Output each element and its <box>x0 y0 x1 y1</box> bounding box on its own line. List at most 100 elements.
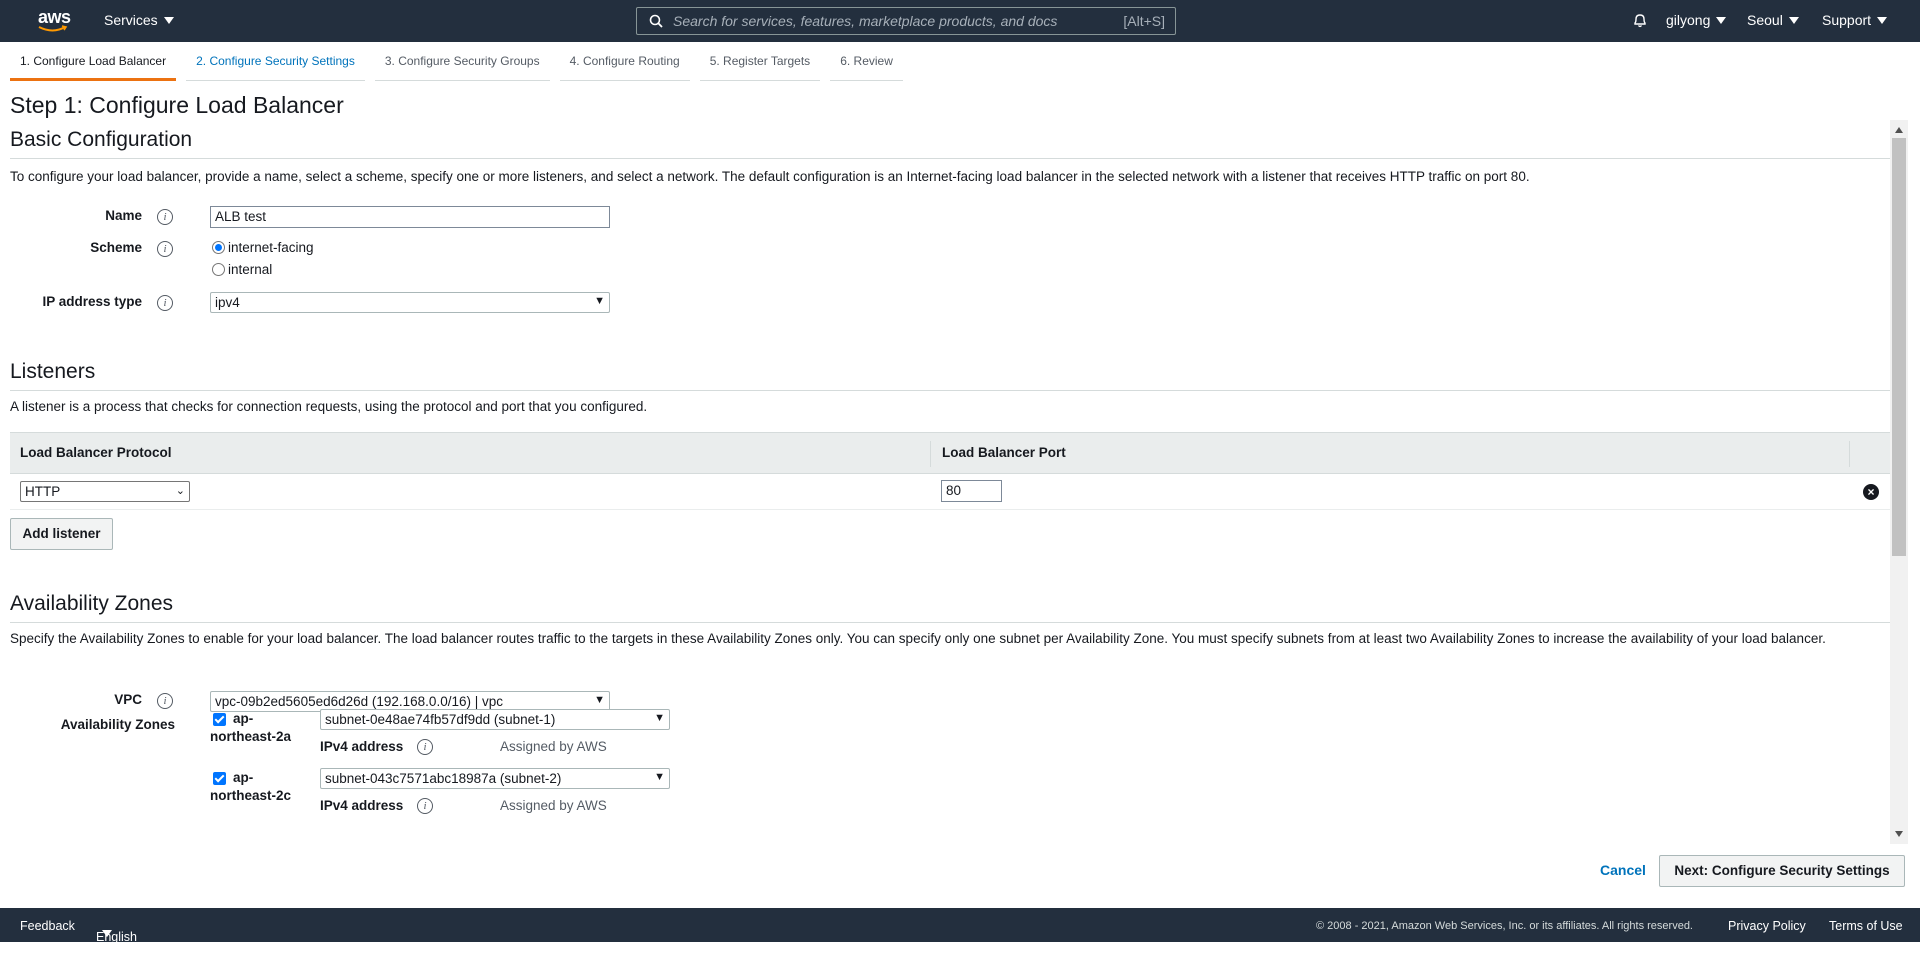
tab-configure-load-balancer[interactable]: 1. Configure Load Balancer <box>10 50 177 81</box>
tab-configure-routing[interactable]: 4. Configure Routing <box>559 50 690 81</box>
info-icon[interactable]: i <box>157 241 173 257</box>
add-listener-button[interactable]: Add listener <box>10 518 113 550</box>
scroll-up-icon[interactable] <box>1895 127 1903 133</box>
region-menu[interactable]: Seoul <box>1747 12 1799 28</box>
bell-icon <box>1634 14 1646 28</box>
divider <box>10 158 1890 159</box>
protocol-value: HTTP <box>25 484 61 499</box>
privacy-policy-link[interactable]: Privacy Policy <box>1728 919 1806 933</box>
terms-of-use-link[interactable]: Terms of Use <box>1829 919 1903 933</box>
availability-zones-label: Availability Zones <box>60 717 175 732</box>
caret-down-icon <box>1716 16 1727 24</box>
col-protocol: Load Balancer Protocol <box>20 445 172 460</box>
info-icon[interactable]: i <box>157 693 173 709</box>
scheme-internal-radio[interactable]: internal <box>212 262 272 277</box>
ipv4-label: IPv4 address <box>320 739 404 754</box>
scheme-label: Scheme <box>90 240 142 255</box>
caret-down-icon <box>102 930 112 937</box>
radio-label: internet-facing <box>228 240 314 255</box>
scrollbar-thumb[interactable] <box>1892 138 1906 556</box>
listeners-description: A listener is a process that checks for … <box>10 399 648 414</box>
vpc-value: vpc-09b2ed5605ed6d26d (192.168.0.0/16) |… <box>215 694 503 709</box>
services-label: Services <box>104 12 158 28</box>
tab-register-targets[interactable]: 5. Register Targets <box>699 50 821 81</box>
caret-down-icon <box>1788 16 1799 24</box>
info-icon[interactable]: i <box>417 798 433 814</box>
page-title: Step 1: Configure Load Balancer <box>10 92 344 118</box>
scheme-internet-facing-radio[interactable]: internet-facing <box>212 240 314 255</box>
table-row: HTTP ⌄ 80 × <box>10 474 1890 510</box>
aws-smile-icon <box>38 25 68 32</box>
updown-arrow-icon: ▼ <box>654 712 665 724</box>
column-separator <box>1849 441 1850 467</box>
scrollbar[interactable] <box>1890 120 1908 844</box>
zone-checkbox[interactable] <box>213 772 226 785</box>
subnet-select[interactable]: subnet-043c7571abc18987a (subnet-2) ▼ <box>320 768 670 789</box>
info-icon[interactable]: i <box>157 209 173 225</box>
remove-listener-icon[interactable]: × <box>1863 484 1879 500</box>
tab-configure-security-settings[interactable]: 2. Configure Security Settings <box>186 50 365 81</box>
support-menu[interactable]: Support <box>1822 12 1888 28</box>
ipv4-value: Assigned by AWS <box>500 739 607 754</box>
wizard-steps: 1. Configure Load Balancer 2. Configure … <box>10 50 913 81</box>
caret-down-icon <box>1877 16 1888 24</box>
aws-logo[interactable]: aws <box>36 7 71 33</box>
footer: Feedback English (US) © 2008 - 2021, Ama… <box>0 908 1920 958</box>
next-button[interactable]: Next: Configure Security Settings <box>1659 855 1905 887</box>
info-icon[interactable]: i <box>417 739 433 755</box>
radio-indicator <box>212 241 225 254</box>
services-menu[interactable]: Services <box>104 12 174 28</box>
radio-indicator <box>212 263 225 276</box>
basic-config-heading: Basic Configuration <box>10 128 193 151</box>
tab-configure-security-groups[interactable]: 3. Configure Security Groups <box>374 50 550 81</box>
divider <box>10 390 1890 391</box>
ip-type-label: IP address type <box>42 294 142 309</box>
vpc-label: VPC <box>114 692 142 707</box>
updown-arrow-icon: ▼ <box>594 295 605 307</box>
top-navigation: aws Services Search for services, featur… <box>0 0 1920 42</box>
info-icon[interactable]: i <box>157 295 173 311</box>
chevron-down-icon: ⌄ <box>175 485 185 497</box>
global-search[interactable]: Search for services, features, marketpla… <box>636 7 1176 35</box>
ipv4-label: IPv4 address <box>320 798 404 813</box>
search-shortcut: [Alt+S] <box>1123 13 1165 29</box>
user-name: gilyong <box>1666 12 1711 28</box>
updown-arrow-icon: ▼ <box>594 694 605 706</box>
protocol-select[interactable]: HTTP ⌄ <box>20 481 190 502</box>
listeners-table-header: Load Balancer Protocol Load Balancer Por… <box>10 432 1890 474</box>
search-input[interactable]: Search for services, features, marketpla… <box>673 13 1123 29</box>
search-icon <box>649 14 663 28</box>
name-label: Name <box>105 208 142 223</box>
copyright-text: © 2008 - 2021, Amazon Web Services, Inc.… <box>1316 920 1693 932</box>
basic-config-description: To configure your load balancer, provide… <box>10 169 1530 184</box>
notifications-button[interactable] <box>1632 12 1648 28</box>
support-label: Support <box>1822 12 1872 28</box>
listeners-heading: Listeners <box>10 360 96 383</box>
tab-review[interactable]: 6. Review <box>830 50 903 81</box>
caret-down-icon <box>163 16 174 24</box>
availability-zones-description: Specify the Availability Zones to enable… <box>10 631 1826 646</box>
updown-arrow-icon: ▼ <box>654 771 665 783</box>
col-port: Load Balancer Port <box>942 445 1066 460</box>
region-name: Seoul <box>1747 12 1783 28</box>
subnet-value: subnet-043c7571abc18987a (subnet-2) <box>325 771 562 786</box>
user-menu[interactable]: gilyong <box>1666 12 1727 28</box>
zone-name-line2: northeast-2a <box>210 729 292 744</box>
name-input[interactable]: ALB test <box>210 206 610 228</box>
subnet-select[interactable]: subnet-0e48ae74fb57df9dd (subnet-1) ▼ <box>320 709 670 730</box>
ip-type-select[interactable]: ipv4 ▼ <box>210 292 610 313</box>
scroll-down-icon[interactable] <box>1895 831 1903 837</box>
ip-type-value: ipv4 <box>215 295 240 310</box>
cancel-button[interactable]: Cancel <box>1600 862 1646 878</box>
column-separator <box>930 441 931 467</box>
content-panel: Basic Configuration To configure your lo… <box>0 120 1910 844</box>
divider <box>10 622 1890 623</box>
radio-label: internal <box>228 262 273 277</box>
port-input[interactable]: 80 <box>941 480 1002 502</box>
zone-name-line2: northeast-2c <box>210 788 292 803</box>
availability-zones-heading: Availability Zones <box>10 592 174 615</box>
zone-checkbox[interactable] <box>213 713 226 726</box>
ipv4-value: Assigned by AWS <box>500 798 607 813</box>
subnet-value: subnet-0e48ae74fb57df9dd (subnet-1) <box>325 712 556 727</box>
feedback-link[interactable]: Feedback <box>20 919 75 933</box>
